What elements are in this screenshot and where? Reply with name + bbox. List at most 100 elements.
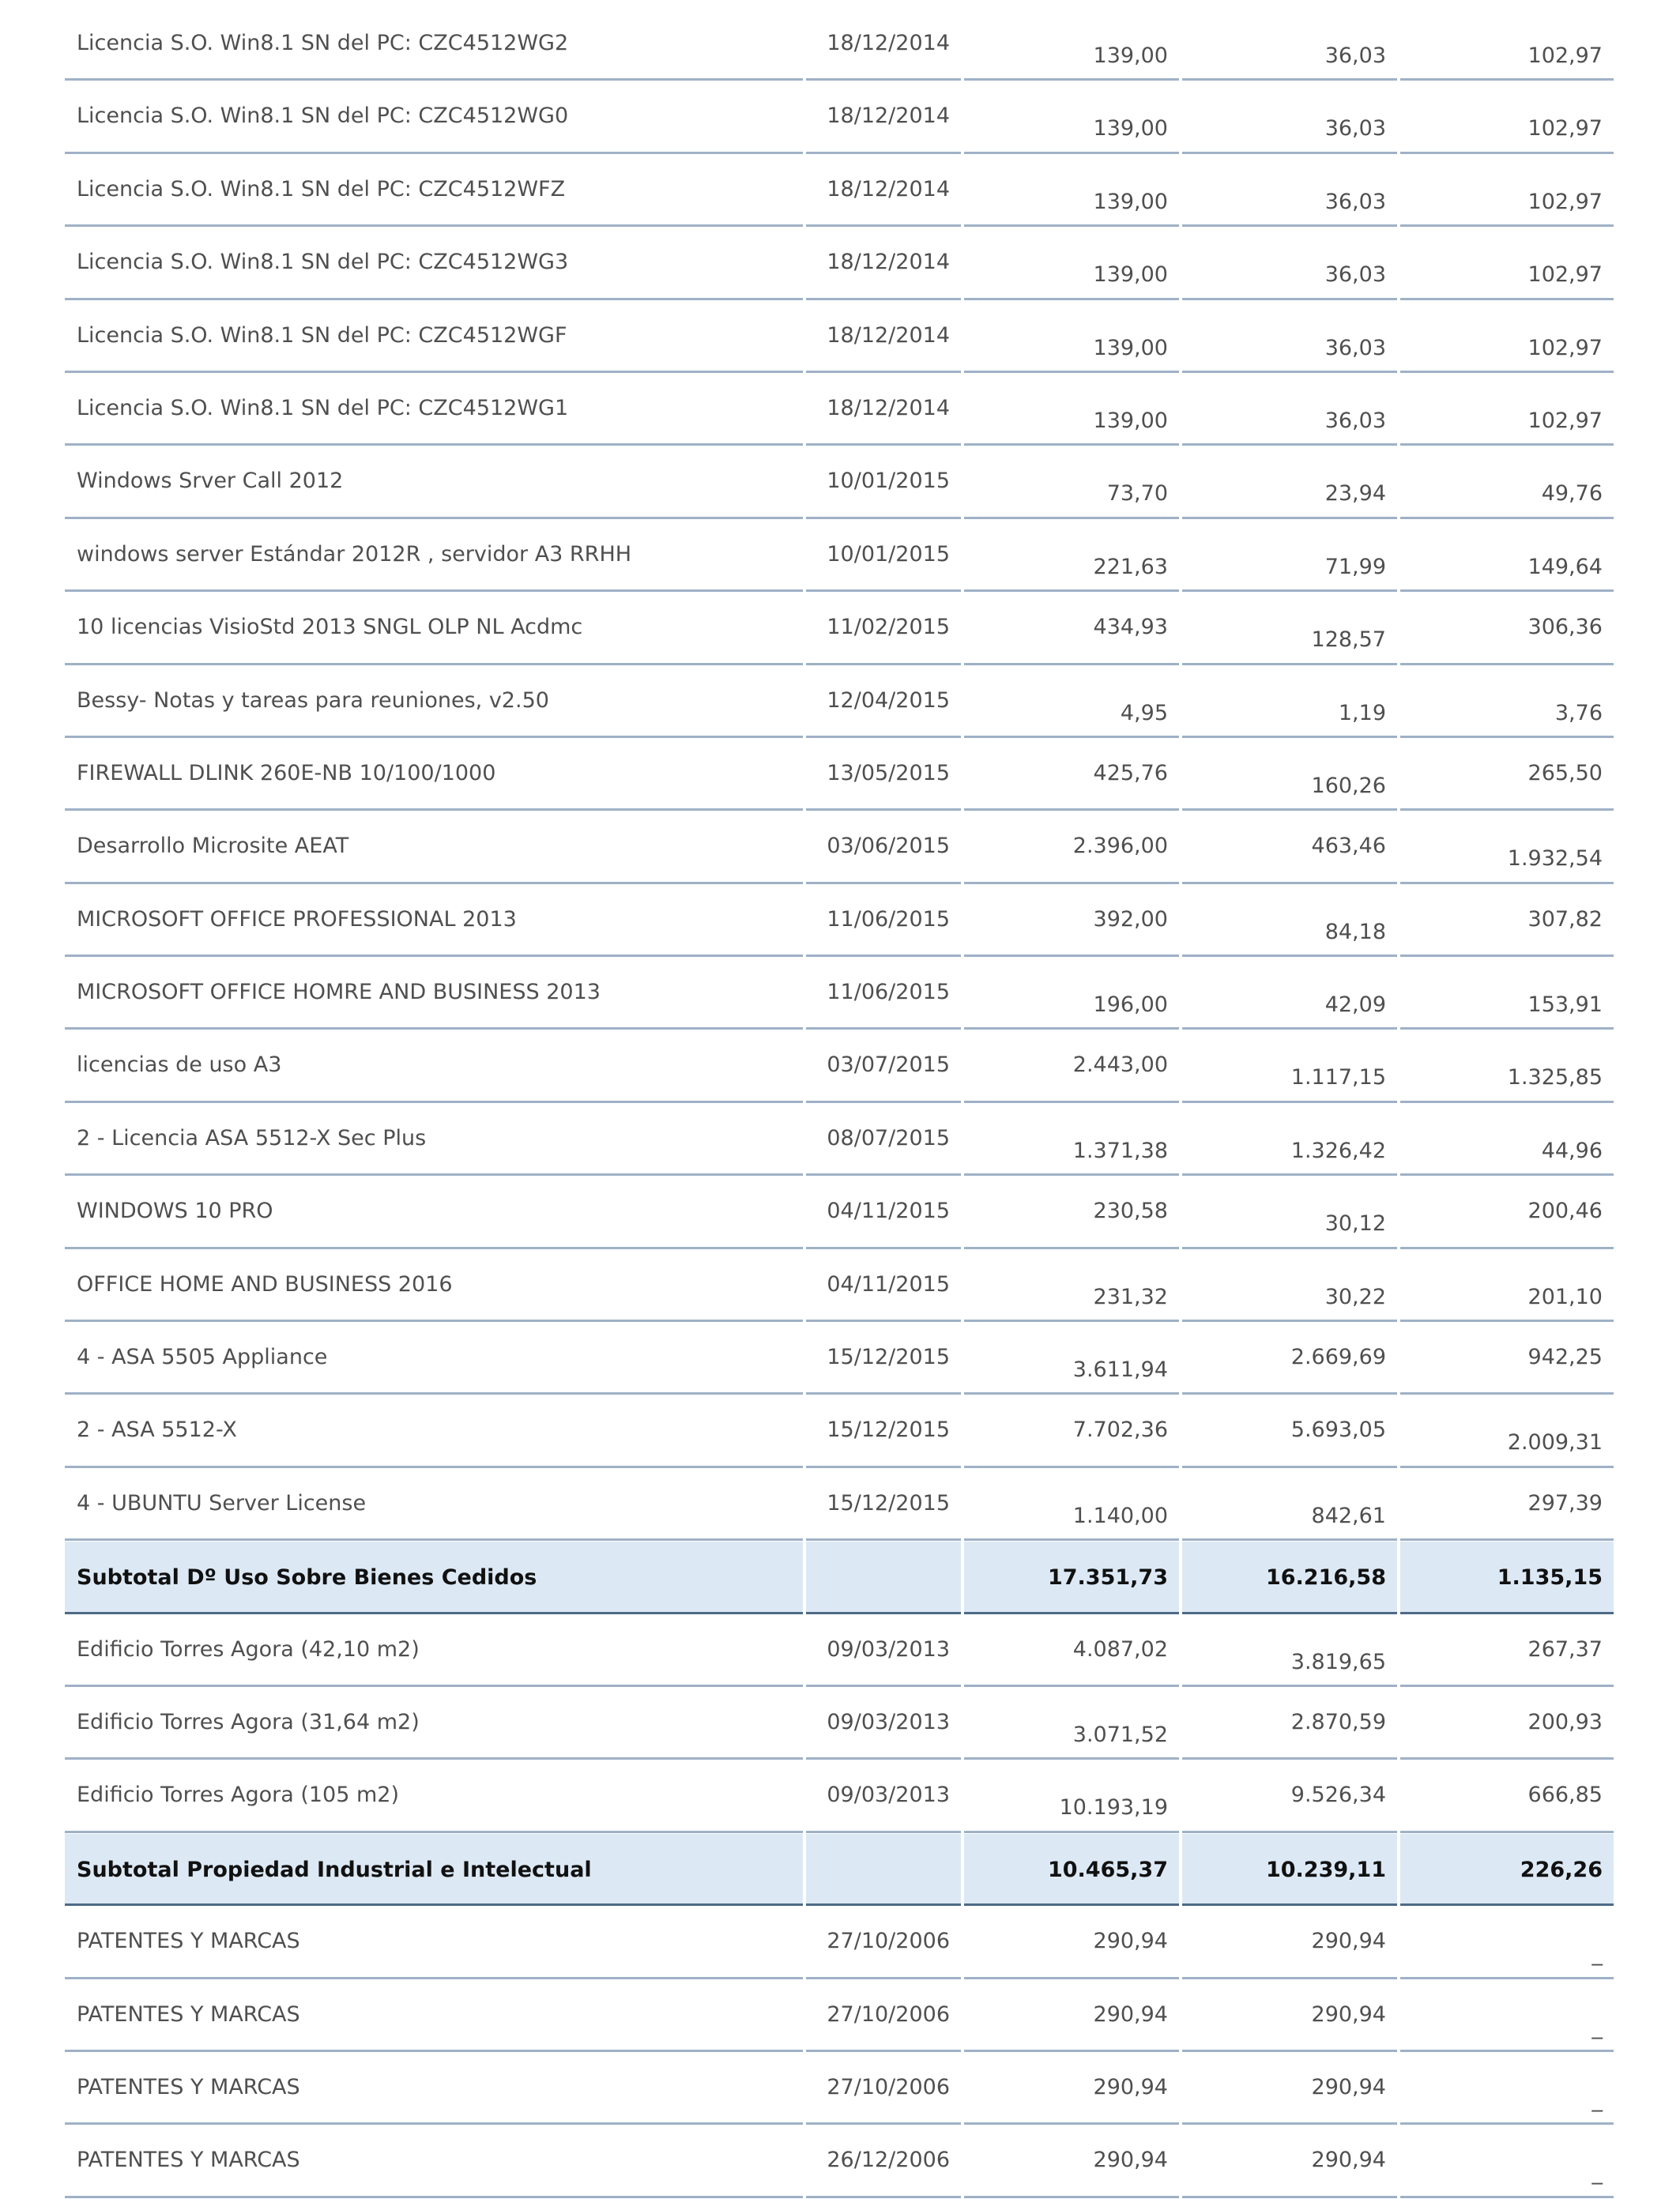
date-cell-text: 11/06/2015 [827,980,950,1005]
concept-cell: Windows Srver Call 2012 [65,446,803,519]
concept-cell-text: Edificio Torres Agora (105 m2) [77,1783,399,1808]
gross-value-cell-text: 290,94 [1093,2074,1168,2099]
net-value-cell: 307,82 [1400,885,1614,958]
net-value-cell-text: 102,97 [1527,335,1603,360]
amortization-cell: 36,03 [1182,155,1397,228]
date-cell: 15/12/2015 [806,1395,961,1468]
amortization-cell-text: 23,94 [1324,481,1386,506]
date-cell: 11/02/2015 [806,593,961,665]
date-cell-text: 27/10/2006 [827,1929,950,1954]
concept-cell-text: 2 - ASA 5512-X [77,1418,237,1443]
concept-cell: Licencia S.O. Win8.1 SN del PC: CZC4512W… [65,81,803,154]
concept-cell-text: Licencia S.O. Win8.1 SN del PC: CZC4512W… [77,322,567,348]
date-cell: 18/12/2014 [806,301,961,373]
net-value-cell: 49,76 [1400,446,1614,519]
concept-cell-text: Subtotal Propiedad Industrial e Intelect… [77,1857,592,1882]
table-row: Desarrollo Microsite AEAT 03/06/2015 2.396… [65,811,1614,884]
concept-cell: Edificio Torres Agora (42,10 m2) [65,1615,803,1687]
date-cell: 27/10/2006 [806,1907,961,1979]
date-cell: 08/07/2015 [806,1104,961,1177]
date-cell-text: 09/03/2013 [827,1709,950,1734]
concept-cell: Subtotal Dº Uso Sobre Bienes Cedidos [65,1542,803,1614]
concept-cell-text: licencias de uso A3 [77,1052,282,1078]
concept-cell-text: 10 licencias VisioStd 2013 SNGL OLP NL A… [77,615,583,640]
gross-value-cell-text: 231,32 [1093,1284,1168,1309]
concept-cell: PATENTES Y MARCAS [65,2126,803,2198]
concept-cell-text: Licencia S.O. Win8.1 SN del PC: CZC4512W… [77,31,569,55]
gross-value-cell: 139,00 [964,81,1179,154]
net-value-cell-text: 102,97 [1527,189,1603,214]
net-value-cell-text: _ [1591,2014,1603,2039]
net-value-cell-text: _ [1591,2087,1603,2112]
subtotal-row: Subtotal Propiedad Industrial e Intelect… [65,1833,1614,1907]
gross-value-cell: 2.443,00 [964,1030,1179,1103]
amortization-cell-text: 36,03 [1324,408,1386,433]
concept-cell-text: WINDOWS 10 PRO [77,1199,273,1224]
concept-cell: Subtotal Propiedad Industrial e Intelect… [65,1833,803,1907]
concept-cell-text: PATENTES Y MARCAS [77,1929,300,1954]
date-cell-text: 10/01/2015 [827,469,950,494]
concept-cell: windows server Estándar 2012R , servidor… [65,520,803,593]
net-value-cell: 149,64 [1400,520,1614,593]
date-cell: 13/05/2015 [806,739,961,811]
net-value-cell: 1.932,54 [1400,811,1614,884]
gross-value-cell: 196,00 [964,958,1179,1030]
amortization-cell: 2.870,59 [1182,1688,1397,1760]
gross-value-cell-text: 2.396,00 [1072,834,1168,859]
gross-value-cell-text: 4.087,02 [1072,1636,1168,1662]
gross-value-cell-text: 1.371,38 [1072,1138,1168,1163]
amortization-cell: 2.669,69 [1182,1323,1397,1395]
amortization-cell-text: 16.216,58 [1265,1565,1386,1591]
gross-value-cell: 425,76 [964,739,1179,811]
amortization-cell-text: 128,57 [1311,627,1386,653]
table-row: Licencia S.O. Win8.1 SN del PC: CZC4512W… [65,9,1614,81]
date-cell-text: 04/11/2015 [827,1199,950,1224]
date-cell: 10/01/2015 [806,520,961,593]
concept-cell-text: Edificio Torres Agora (31,64 m2) [77,1709,420,1734]
net-value-cell: 942,25 [1400,1323,1614,1395]
table-row: Licencia S.O. Win8.1 SN del PC: CZC4512W… [65,81,1614,154]
table-row: 10 licencias VisioStd 2013 SNGL OLP NL A… [65,593,1614,665]
amortization-cell-text: 2.870,59 [1290,1709,1386,1734]
table-row: Edificio Torres Agora (31,64 m2) 09/03/20… [65,1688,1614,1760]
amortization-cell: 16.216,58 [1182,1542,1397,1614]
net-value-cell: 102,97 [1400,228,1614,300]
amortization-cell-text: 30,12 [1324,1211,1386,1237]
table-row: 4 - ASA 5505 Appliance 15/12/2015 3.611,94… [65,1323,1614,1395]
gross-value-cell: 139,00 [964,9,1179,81]
amortization-cell: 842,61 [1182,1469,1397,1542]
date-cell-text: 26/12/2006 [827,2148,950,2173]
amortization-cell-text: 2.669,69 [1290,1345,1386,1370]
concept-cell: 2 - ASA 5512-X [65,1395,803,1468]
net-value-cell-text: 102,97 [1527,43,1603,68]
concept-cell-text: Subtotal Dº Uso Sobre Bienes Cedidos [77,1565,537,1591]
amortization-cell: 9.526,34 [1182,1760,1397,1833]
date-cell-text: 18/12/2014 [827,176,950,201]
amortization-cell: 42,09 [1182,958,1397,1030]
amortization-cell-text: 842,61 [1311,1503,1386,1528]
net-value-cell: _ [1400,2126,1614,2198]
gross-value-cell: 139,00 [964,228,1179,300]
net-value-cell: 2.009,31 [1400,1395,1614,1468]
gross-value-cell: 3.611,94 [964,1323,1179,1395]
amortization-cell: 30,12 [1182,1177,1397,1249]
date-cell: 15/12/2015 [806,1469,961,1542]
amortization-cell: 36,03 [1182,228,1397,300]
concept-cell-text: 4 - UBUNTU Server License [77,1490,367,1516]
net-value-cell-text: 44,96 [1541,1138,1603,1163]
gross-value-cell-text: 434,93 [1093,615,1168,640]
net-value-cell-text: 102,97 [1527,408,1603,433]
date-cell-text: 18/12/2014 [827,31,950,55]
gross-value-cell-text: 196,00 [1093,992,1168,1018]
net-value-cell-text: 942,25 [1527,1345,1603,1370]
gross-value-cell: 230,58 [964,1177,1179,1249]
amortization-cell-text: 463,46 [1311,834,1386,859]
date-cell-text: 13/05/2015 [827,760,950,785]
net-value-cell-text: 200,93 [1527,1709,1603,1734]
table-row: Licencia S.O. Win8.1 SN del PC: CZC4512W… [65,374,1614,446]
concept-cell: 4 - UBUNTU Server License [65,1469,803,1542]
gross-value-cell-text: 7.702,36 [1072,1418,1168,1443]
table-row: Licencia S.O. Win8.1 SN del PC: CZC4512W… [65,155,1614,228]
concept-cell: Desarrollo Microsite AEAT [65,811,803,884]
amortization-cell: 5.693,05 [1182,1395,1397,1468]
